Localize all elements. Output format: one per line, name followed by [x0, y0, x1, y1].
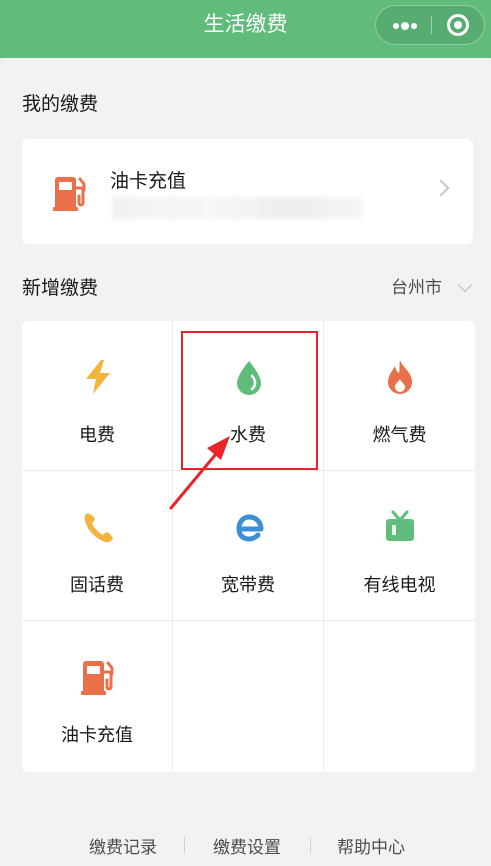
- payment-item-label: 有线电视: [363, 575, 436, 596]
- payment-item-label: 固话费: [70, 575, 124, 596]
- my-fuel-card-label: 油卡充值: [110, 170, 187, 192]
- footer-link-help[interactable]: 帮助中心: [337, 833, 405, 858]
- payment-item-cable-tv[interactable]: 有线电视: [324, 471, 475, 621]
- close-dot-icon: [454, 21, 462, 29]
- payment-item-label: 电费: [79, 425, 115, 446]
- footer-divider: [310, 837, 311, 853]
- mini-program-capsule: [375, 5, 485, 45]
- masked-account-number: [112, 197, 362, 219]
- empty-grid-cell: [324, 621, 475, 771]
- payment-item-fuel-card[interactable]: 油卡充值: [22, 621, 173, 771]
- fuel-pump-icon: [53, 177, 86, 211]
- footer-link-records[interactable]: 缴费记录: [89, 833, 157, 858]
- close-button[interactable]: [431, 6, 486, 44]
- payment-item-label: 燃气费: [372, 425, 427, 446]
- payment-item-gas[interactable]: 燃气费: [324, 321, 475, 471]
- footer-divider: [184, 837, 185, 853]
- fuel-pump-icon: [81, 661, 114, 695]
- payment-item-label: 油卡充值: [61, 725, 133, 746]
- flame-icon: [388, 360, 412, 394]
- my-payments-title: 我的缴费: [22, 93, 99, 115]
- payment-item-electricity[interactable]: 电费: [22, 321, 173, 471]
- new-payment-title: 新增缴费: [22, 277, 99, 299]
- highlight-box: [181, 331, 318, 470]
- more-dot-icon: [401, 22, 409, 30]
- my-fuel-card[interactable]: 油卡充值: [22, 139, 473, 244]
- more-options-button[interactable]: [376, 6, 431, 44]
- tv-icon: [386, 510, 414, 541]
- title-bar: 生活缴费: [0, 0, 491, 58]
- city-selector[interactable]: 台州市: [391, 273, 442, 298]
- footer-link-settings[interactable]: 缴费设置: [213, 833, 281, 858]
- more-dot-icon: [393, 23, 399, 29]
- payment-item-label: 宽带费: [221, 575, 275, 596]
- phone-icon: [84, 513, 113, 543]
- empty-grid-cell: [173, 621, 324, 771]
- payment-item-landline[interactable]: 固话费: [22, 471, 173, 621]
- payment-item-broadband[interactable]: 宽带费: [173, 471, 324, 621]
- footer-links: 缴费记录 缴费设置 帮助中心: [0, 833, 491, 858]
- lightning-icon: [86, 360, 110, 394]
- more-dot-icon: [411, 23, 417, 29]
- broadband-e-icon: [236, 514, 264, 542]
